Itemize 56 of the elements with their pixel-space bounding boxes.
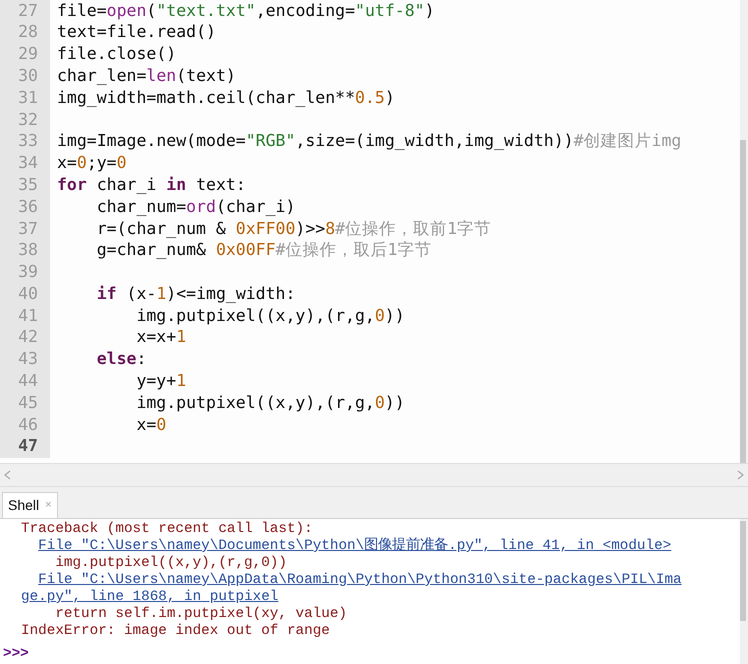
code-line: img_width=math.ceil(char_len**0.5) xyxy=(57,86,395,109)
line-number: 44 xyxy=(18,370,38,392)
tab-label: Shell xyxy=(8,496,40,515)
code-line: img.putpixel((x,y),(r,g,0)) xyxy=(136,392,405,414)
shell-line: IndexError: image index out of range xyxy=(21,623,330,640)
code-line: else: xyxy=(96,348,146,370)
line-number: 43 xyxy=(18,348,38,370)
code-line: text=file.read() xyxy=(57,21,216,44)
line-number: 27 xyxy=(18,0,38,22)
line-number: 30 xyxy=(18,64,38,87)
code-line: file.close() xyxy=(57,43,176,66)
code-line: file=open("text.txt",encoding="utf-8") xyxy=(57,0,435,22)
line-number: 36 xyxy=(18,196,38,218)
line-number: 41 xyxy=(18,304,38,327)
code-line: char_len=len(text) xyxy=(57,64,236,87)
line-number: 38 xyxy=(18,239,38,262)
line-number: 31 xyxy=(18,86,38,109)
line-number: 34 xyxy=(18,152,38,174)
line-number: 33 xyxy=(18,130,38,152)
shell-tab[interactable]: Shell × xyxy=(2,492,58,518)
line-number: 29 xyxy=(18,43,38,66)
shell-line: Traceback (most recent call last): xyxy=(21,521,313,538)
code-line: g=char_num& 0x00FF#位操作，取后1字节 xyxy=(96,239,432,262)
line-number: 40 xyxy=(18,282,38,305)
code-line: r=(char_num & 0xFF00)>>8#位操作，取前1字节 xyxy=(96,218,492,240)
code-line: y=y+1 xyxy=(136,370,186,392)
shell-line[interactable]: File "C:\Users\namey\AppData\Roaming\Python\Python310\site-packages\PIL\Ima xyxy=(38,572,682,589)
scroll-left-icon[interactable] xyxy=(4,470,11,480)
code-line: for char_i in text: xyxy=(57,174,246,196)
vertical-scrollbar[interactable] xyxy=(740,0,748,463)
code-line: x=x+1 xyxy=(136,326,186,348)
line-number: 32 xyxy=(18,108,38,131)
line-number: 47 xyxy=(18,435,38,458)
shell-scrollbar[interactable] xyxy=(740,519,748,664)
shell-prompt: >>> xyxy=(3,646,29,662)
line-number: 42 xyxy=(18,326,38,348)
code-line: char_num=ord(char_i) xyxy=(96,196,296,218)
code-line: x=0 xyxy=(136,414,166,436)
line-number: 45 xyxy=(18,392,38,414)
line-number: 39 xyxy=(18,261,38,284)
horizontal-scrollbar[interactable] xyxy=(0,463,748,487)
line-number: 28 xyxy=(18,21,38,44)
line-number: 35 xyxy=(18,174,38,196)
code-line: if (x-1)<=img_width: xyxy=(96,282,296,305)
shell-line[interactable]: File "C:\Users\namey\Documents\Python\图像提前准备.py", line 41, in <module> xyxy=(38,538,672,555)
scrollbar-thumb[interactable] xyxy=(740,140,746,463)
shell-line: ge.py", line 1868, in putpixel xyxy=(21,589,278,606)
code-line: img=Image.new(mode="RGB",size=(img_width,img_width))#创建图片img xyxy=(57,130,682,152)
scrollbar-thumb[interactable] xyxy=(740,521,746,621)
shell-line: return self.im.putpixel(xy, value) xyxy=(55,606,348,623)
scroll-right-icon[interactable] xyxy=(737,470,744,480)
code-line: img.putpixel((x,y),(r,g,0)) xyxy=(136,304,405,327)
line-number: 37 xyxy=(18,218,38,240)
line-number: 46 xyxy=(18,414,38,436)
shell-line: img.putpixel((x,y),(r,g,0)) xyxy=(55,555,287,572)
code-line: x=0;y=0 xyxy=(57,152,127,174)
